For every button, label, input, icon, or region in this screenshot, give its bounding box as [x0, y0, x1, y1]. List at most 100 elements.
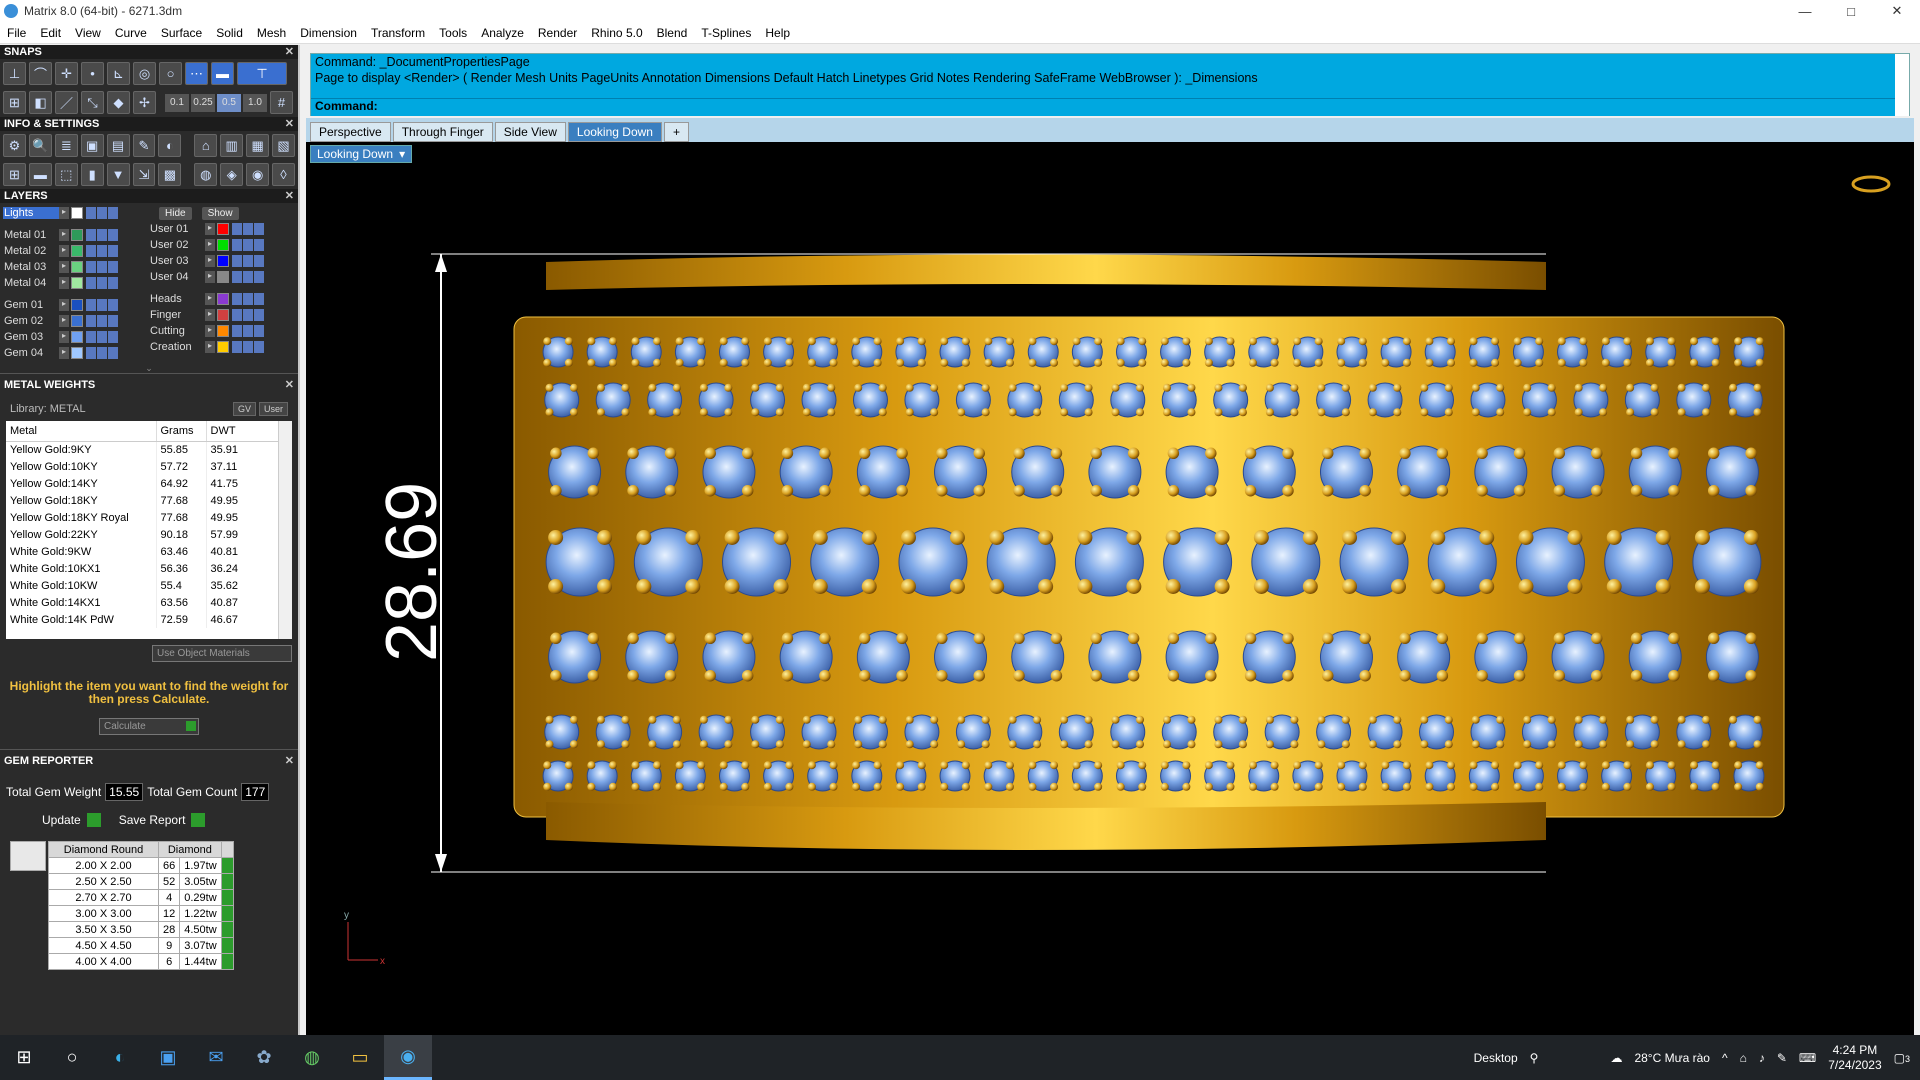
layer-toggle[interactable]: [232, 271, 242, 283]
expand-icon[interactable]: ▸: [205, 341, 215, 353]
layer-toggle[interactable]: [86, 331, 96, 343]
snap-near-icon[interactable]: ⌒: [29, 62, 52, 85]
layer-row[interactable]: User 04 ▸: [149, 269, 295, 285]
menu-t-splines[interactable]: T-Splines: [694, 26, 758, 40]
layer-toggle[interactable]: [243, 223, 253, 235]
layer-toggle[interactable]: [243, 325, 253, 337]
shape2-icon[interactable]: ◈: [220, 163, 244, 186]
settings-icon[interactable]: ⚙: [3, 134, 26, 157]
app-icon[interactable]: ✿: [240, 1035, 288, 1080]
table-row[interactable]: White Gold:9KW 63.46 40.81: [6, 543, 282, 560]
minimize-button[interactable]: —: [1782, 0, 1828, 22]
tab-through-finger[interactable]: Through Finger: [392, 122, 493, 142]
tab-looking-down[interactable]: Looking Down: [567, 122, 662, 142]
layer-color-swatch[interactable]: [71, 245, 83, 257]
notification-icon[interactable]: ▢3: [1894, 1051, 1910, 1065]
layer-color-swatch[interactable]: [71, 299, 83, 311]
close-icon[interactable]: ✕: [285, 374, 294, 396]
expand-icon[interactable]: ▸: [59, 207, 69, 219]
table-row[interactable]: 3.50 X 3.50 28 4.50tw: [48, 921, 234, 938]
windows-start-icon[interactable]: ⊞: [0, 1035, 48, 1080]
select-gem-button[interactable]: [220, 921, 234, 938]
layer-toggle[interactable]: [97, 331, 107, 343]
shape4-icon[interactable]: ◊: [272, 163, 295, 186]
layer-toggle[interactable]: [254, 271, 264, 283]
layer-toggle[interactable]: [243, 293, 253, 305]
layer-toggle[interactable]: [97, 261, 107, 273]
column-header[interactable]: DWT: [206, 421, 282, 442]
table-row[interactable]: 2.70 X 2.70 4 0.29tw: [48, 889, 234, 906]
layer-toggle[interactable]: [232, 325, 242, 337]
show-button[interactable]: Show: [201, 206, 239, 220]
expand-icon[interactable]: ▸: [205, 271, 215, 283]
layer-name[interactable]: Gem 04: [3, 347, 59, 359]
edge-icon[interactable]: ◐: [96, 1035, 144, 1080]
layer-row[interactable]: Metal 02 ▸: [3, 243, 149, 259]
curve-snap-icon[interactable]: ⤡: [81, 91, 104, 114]
layer-row[interactable]: Creation ▸: [149, 339, 295, 355]
snap-int-icon[interactable]: ✛: [55, 62, 78, 85]
layer-row[interactable]: Heads ▸: [149, 291, 295, 307]
tab-side-view[interactable]: Side View: [494, 122, 566, 142]
layer-color-swatch[interactable]: [217, 341, 229, 353]
select-gem-button[interactable]: [220, 937, 234, 954]
menu-transform[interactable]: Transform: [364, 26, 432, 40]
expand-icon[interactable]: ▸: [205, 293, 215, 305]
store-icon[interactable]: ▣: [144, 1035, 192, 1080]
network-icon[interactable]: ⌂: [1740, 1051, 1747, 1065]
table-row[interactable]: Yellow Gold:18KY Royal 77.68 49.95: [6, 509, 282, 526]
layer-toggle[interactable]: [232, 255, 242, 267]
menu-render[interactable]: Render: [531, 26, 584, 40]
app-green-icon[interactable]: ◍: [288, 1035, 336, 1080]
weather-text[interactable]: 28°C Mưa rào: [1634, 1051, 1710, 1065]
layer-toggle[interactable]: [97, 299, 107, 311]
expand-icon[interactable]: ▸: [205, 255, 215, 267]
table-row[interactable]: Yellow Gold:14KY 64.92 41.75: [6, 475, 282, 492]
layer-toggle[interactable]: [86, 315, 96, 327]
grid-toggle-icon[interactable]: #: [270, 91, 293, 114]
planar-icon[interactable]: ◧: [29, 91, 52, 114]
layer-toggle[interactable]: [243, 239, 253, 251]
snap-tan-icon[interactable]: ◎: [133, 62, 156, 85]
layer-toggle[interactable]: [232, 309, 242, 321]
select-gem-button[interactable]: [220, 905, 234, 922]
calculate-button[interactable]: Calculate: [99, 718, 199, 735]
layer-toggle[interactable]: [243, 309, 253, 321]
snap-value[interactable]: 0.1: [165, 93, 189, 112]
layer-name[interactable]: User 01: [149, 223, 205, 235]
layer-toggle[interactable]: [243, 271, 253, 283]
desktop-toolbar[interactable]: Desktop: [1474, 1051, 1518, 1065]
matrix-app-icon[interactable]: ◉: [384, 1035, 432, 1080]
layer-toggle[interactable]: [232, 223, 242, 235]
mail-icon[interactable]: ✉: [192, 1035, 240, 1080]
layer-row[interactable]: Metal 04 ▸: [3, 275, 149, 291]
layer-row[interactable]: Lights ▸: [3, 205, 149, 221]
layer-row[interactable]: User 01 ▸: [149, 221, 295, 237]
expand-icon[interactable]: ▸: [59, 315, 69, 327]
user-button[interactable]: User: [258, 402, 288, 416]
layer-toggle[interactable]: [108, 277, 118, 289]
add-tab-button[interactable]: +: [663, 122, 689, 142]
menu-rhino-5-0[interactable]: Rhino 5.0: [584, 26, 649, 40]
clock[interactable]: 4:24 PM 7/24/2023: [1828, 1043, 1881, 1073]
menu-curve[interactable]: Curve: [108, 26, 154, 40]
layer-toggle[interactable]: [108, 261, 118, 273]
layer-toggle[interactable]: [232, 341, 242, 353]
layer-name[interactable]: Cutting: [149, 325, 205, 337]
layer-toggle[interactable]: [97, 229, 107, 241]
snap-perp-icon[interactable]: ⊾: [107, 62, 130, 85]
menu-file[interactable]: File: [0, 26, 33, 40]
layer-toggle[interactable]: [97, 207, 107, 219]
layer-row[interactable]: User 03 ▸: [149, 253, 295, 269]
snap-center-icon[interactable]: ○: [159, 62, 182, 85]
layer-toggle[interactable]: [232, 293, 242, 305]
layer-color-swatch[interactable]: [71, 331, 83, 343]
layer-toggle[interactable]: [108, 207, 118, 219]
select-icon[interactable]: ⇲: [132, 163, 156, 186]
snap-quad-icon[interactable]: ⋯: [185, 62, 208, 85]
layer-toggle[interactable]: [108, 331, 118, 343]
hide-button[interactable]: Hide: [159, 206, 192, 220]
filter-icon[interactable]: ▼: [106, 163, 130, 186]
layer-name[interactable]: Creation: [149, 341, 205, 353]
display-icon[interactable]: ▩: [158, 163, 182, 186]
